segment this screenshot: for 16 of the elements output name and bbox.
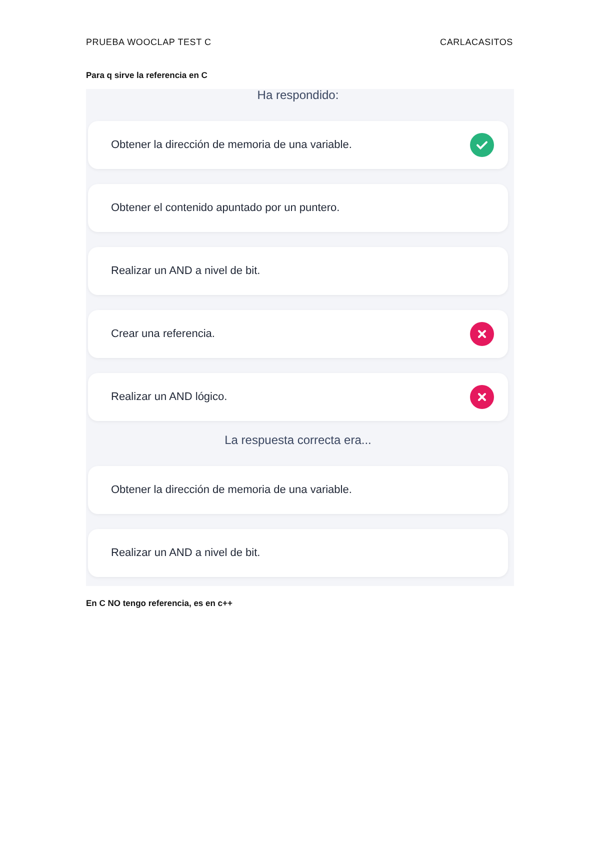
- section-heading: Ha respondido:: [257, 89, 339, 104]
- check-icon: [470, 133, 494, 157]
- note-text: En C NO tengo referencia, es en c++: [86, 598, 234, 608]
- answer-text: Obtener el contenido apuntado por un puntero.: [111, 202, 340, 214]
- section-heading: La respuesta correcta era...: [224, 434, 372, 449]
- cross-icon: [470, 322, 494, 346]
- cross-icon: [470, 385, 494, 409]
- answer-text: Obtener la dirección de memoria de una variable.: [111, 484, 352, 496]
- document-title: PRUEBA WOOCLAP TEST C: [86, 37, 212, 47]
- answer-text: Crear una referencia.: [111, 328, 215, 340]
- answer-text: Obtener la dirección de memoria de una variable.: [111, 139, 352, 151]
- answer-text: Realizar un AND a nivel de bit.: [111, 265, 260, 277]
- answer-text: Realizar un AND lógico.: [111, 391, 228, 403]
- question-text: Para q sirve la referencia en C: [86, 70, 208, 80]
- author-name: CARLACASITOS: [440, 37, 513, 47]
- answer-text: Realizar un AND a nivel de bit.: [111, 547, 260, 559]
